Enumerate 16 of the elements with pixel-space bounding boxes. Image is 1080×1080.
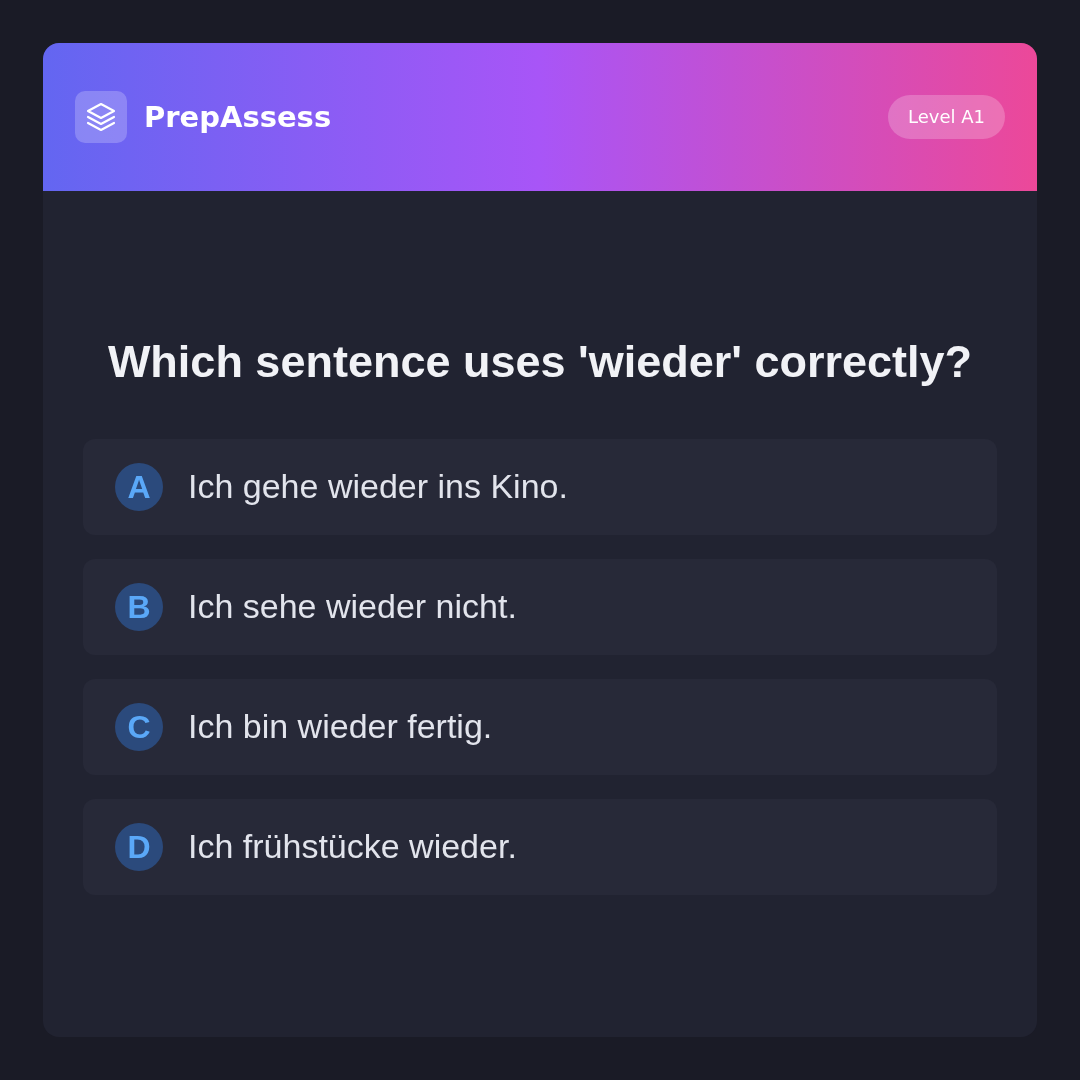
option-text: Ich gehe wieder ins Kino. xyxy=(188,467,568,506)
level-badge: Level A1 xyxy=(888,95,1005,139)
answer-option[interactable]: B Ich sehe wieder nicht. xyxy=(83,558,997,655)
layers-icon xyxy=(75,91,127,143)
app-name: PrepAssess xyxy=(144,100,332,134)
option-letter: D xyxy=(115,822,163,871)
question-text: Which sentence uses 'wieder' correctly? xyxy=(106,334,974,389)
option-letter: C xyxy=(115,702,163,751)
option-text: Ich sehe wieder nicht. xyxy=(188,587,517,626)
answer-option[interactable]: A Ich gehe wieder ins Kino. xyxy=(83,438,997,535)
option-letter: A xyxy=(115,462,163,511)
answer-option[interactable]: D Ich frühstücke wieder. xyxy=(83,798,997,895)
option-text: Ich bin wieder fertig. xyxy=(188,707,493,746)
answer-option[interactable]: C Ich bin wieder fertig. xyxy=(83,678,997,775)
option-text: Ich frühstücke wieder. xyxy=(188,827,517,866)
option-letter: B xyxy=(115,582,163,631)
